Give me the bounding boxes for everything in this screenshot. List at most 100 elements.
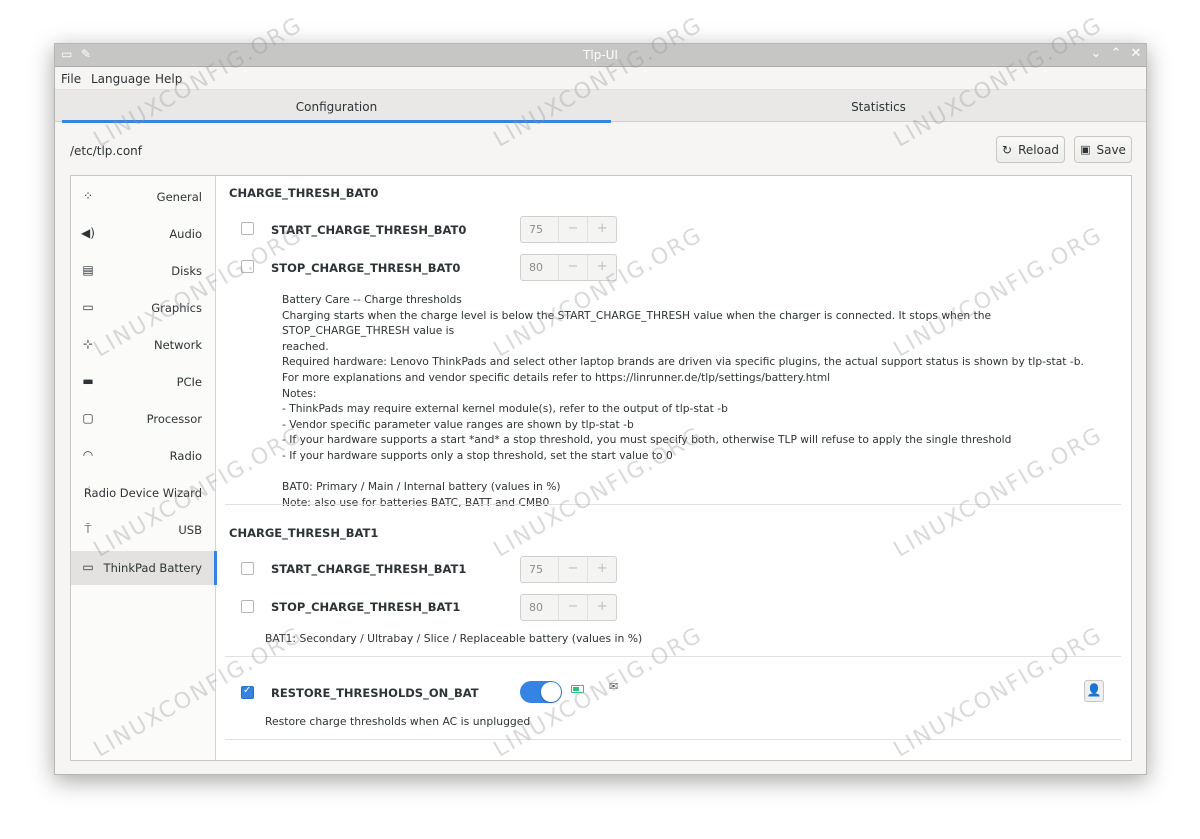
- comment-icon[interactable]: ✉: [609, 680, 618, 693]
- desc-line: BAT0: Primary / Main / Internal battery …: [282, 480, 561, 494]
- desc-line: Required hardware: Lenovo ThinkPads and …: [282, 355, 1084, 369]
- restore-thresholds-checkbox[interactable]: [241, 685, 254, 699]
- desc-blank-line: [282, 464, 1122, 480]
- config-path: /etc/tlp.conf: [70, 144, 143, 158]
- pcie-icon: ▬: [82, 374, 94, 388]
- content-panel: ⁘ General ◀) Audio ▤ Disks ▭ Graphics ⊹ …: [70, 175, 1132, 761]
- desc-line: - If your hardware supports only a stop …: [282, 448, 673, 462]
- battery-icon: ▭: [82, 560, 94, 574]
- sidebar-item-label: Graphics: [151, 301, 202, 315]
- stop-thresh-bat0-stepper[interactable]: 80 − +: [520, 254, 617, 281]
- close-icon[interactable]: ✕: [1128, 46, 1144, 61]
- sidebar-item-graphics[interactable]: ▭ Graphics: [71, 291, 216, 325]
- separator: [225, 504, 1121, 505]
- sidebar-item-processor[interactable]: ▢ Processor: [71, 402, 216, 436]
- desc-line: Charging starts when the charge level is…: [282, 308, 992, 338]
- decrement-icon[interactable]: −: [559, 255, 588, 280]
- processor-icon: ▢: [82, 411, 94, 425]
- reload-label: Reload: [1018, 142, 1059, 157]
- restore-note: Restore charge thresholds when AC is unp…: [265, 715, 531, 728]
- maximize-icon[interactable]: ⌃: [1108, 46, 1124, 61]
- sidebar-item-label: Processor: [146, 412, 202, 426]
- desc-line: Notes:: [282, 386, 317, 400]
- sidebar-item-label: ThinkPad Battery: [103, 561, 202, 575]
- title-bar[interactable]: ▭ ✎ Tlp-UI ⌄ ⌃ ✕: [55, 44, 1146, 67]
- stop-thresh-bat0-label: STOP_CHARGE_THRESH_BAT0: [271, 261, 461, 275]
- decrement-icon[interactable]: −: [559, 595, 588, 620]
- sidebar-item-label: Audio: [169, 227, 202, 241]
- disk-icon: ▤: [82, 263, 94, 277]
- restore-thresholds-label: RESTORE_THRESHOLDS_ON_BAT: [271, 686, 479, 700]
- sidebar-item-radio[interactable]: ◠ Radio: [71, 439, 216, 473]
- start-thresh-bat1-stepper[interactable]: 75 − +: [520, 556, 617, 583]
- restore-thresholds-toggle[interactable]: [520, 681, 562, 703]
- sidebar-item-label: Disks: [171, 264, 202, 278]
- separator: [225, 656, 1121, 657]
- save-button[interactable]: ▣ Save: [1074, 136, 1132, 163]
- speaker-icon: ◀): [81, 226, 95, 240]
- desc-line: - Vendor specific parameter value ranges…: [282, 417, 634, 431]
- section-title-bat1: CHARGE_THRESH_BAT1: [229, 526, 379, 540]
- desc-line: - ThinkPads may require external kernel …: [282, 402, 728, 416]
- reload-button[interactable]: ↻ Reload: [996, 136, 1065, 163]
- desc-line: reached.: [282, 339, 329, 353]
- sidebar-item-pcie[interactable]: ▬ PCIe: [71, 365, 216, 399]
- menu-file[interactable]: File: [61, 72, 81, 86]
- stop-thresh-bat1-checkbox[interactable]: [241, 600, 254, 613]
- stepper-value[interactable]: 75: [521, 557, 559, 582]
- stop-thresh-bat1-stepper[interactable]: 80 − +: [520, 594, 617, 621]
- increment-icon[interactable]: +: [587, 557, 616, 582]
- increment-icon[interactable]: +: [587, 595, 616, 620]
- minimize-icon[interactable]: ⌄: [1088, 46, 1104, 61]
- usb-icon: ⍑: [84, 522, 92, 536]
- sidebar-item-disks[interactable]: ▤ Disks: [71, 254, 216, 288]
- stepper-value[interactable]: 75: [521, 217, 559, 242]
- start-thresh-bat0-label: START_CHARGE_THRESH_BAT0: [271, 223, 467, 237]
- menu-language[interactable]: Language: [91, 72, 150, 86]
- desc-line: - If your hardware supports a start *and…: [282, 433, 1012, 447]
- settings-panel: CHARGE_THRESH_BAT0 START_CHARGE_THRESH_B…: [217, 176, 1131, 760]
- start-thresh-bat0-stepper[interactable]: 75 − +: [520, 216, 617, 243]
- refresh-icon: ↻: [1002, 142, 1013, 157]
- window-title: Tlp-UI: [583, 48, 618, 62]
- user-icon[interactable]: 👤: [1084, 680, 1104, 702]
- decrement-icon[interactable]: −: [559, 557, 588, 582]
- decrement-icon[interactable]: −: [559, 217, 588, 242]
- save-icon: ▣: [1080, 143, 1091, 156]
- save-label: Save: [1096, 142, 1126, 157]
- desc-line: Note: also use for batteries BATC, BATT …: [282, 495, 550, 509]
- separator: [225, 739, 1121, 740]
- stop-thresh-bat1-label: STOP_CHARGE_THRESH_BAT1: [271, 600, 461, 614]
- start-thresh-bat1-label: START_CHARGE_THRESH_BAT1: [271, 562, 467, 576]
- stepper-value[interactable]: 80: [521, 255, 559, 280]
- sidebar-item-general[interactable]: ⁘ General: [71, 180, 216, 214]
- settings-grid-icon: ⁘: [82, 189, 94, 203]
- start-thresh-bat0-checkbox[interactable]: [241, 222, 254, 235]
- tab-statistics[interactable]: Statistics: [611, 90, 1146, 122]
- increment-icon[interactable]: +: [587, 255, 616, 280]
- stop-thresh-bat0-checkbox[interactable]: [241, 260, 254, 273]
- increment-icon[interactable]: +: [587, 217, 616, 242]
- sidebar-item-label: PCIe: [176, 375, 202, 389]
- start-thresh-bat1-checkbox[interactable]: [241, 562, 254, 575]
- sidebar-item-label: Radio: [169, 449, 202, 463]
- wifi-icon: ◠: [82, 448, 94, 462]
- bat0-description: Battery Care -- Charge thresholds Chargi…: [282, 292, 1122, 510]
- sidebar-item-label: General: [156, 190, 202, 204]
- tab-configuration[interactable]: Configuration: [62, 90, 611, 123]
- network-icon: ⊹: [82, 337, 94, 351]
- menu-help[interactable]: Help: [155, 72, 182, 86]
- sidebar-item-thinkpad-battery[interactable]: ▭ ThinkPad Battery: [71, 551, 217, 585]
- menu-bar: File Language Help: [55, 67, 1146, 90]
- sidebar-item-label: Network: [153, 338, 202, 352]
- sidebar-item-audio[interactable]: ◀) Audio: [71, 217, 216, 251]
- sidebar-item-label: USB: [178, 523, 202, 537]
- app-window: ▭ ✎ Tlp-UI ⌄ ⌃ ✕ File Language Help Conf…: [54, 43, 1147, 775]
- sidebar-item-label: Radio Device Wizard: [83, 486, 202, 500]
- sidebar-item-radio-device-wizard[interactable]: ⁖ Radio Device Wizard: [71, 476, 216, 510]
- sidebar-item-network[interactable]: ⊹ Network: [71, 328, 216, 362]
- stepper-value[interactable]: 80: [521, 595, 559, 620]
- sidebar-item-usb[interactable]: ⍑ USB: [71, 513, 216, 547]
- desc-line: For more explanations and vendor specifi…: [282, 370, 831, 384]
- tab-bar: Configuration Statistics: [55, 90, 1146, 123]
